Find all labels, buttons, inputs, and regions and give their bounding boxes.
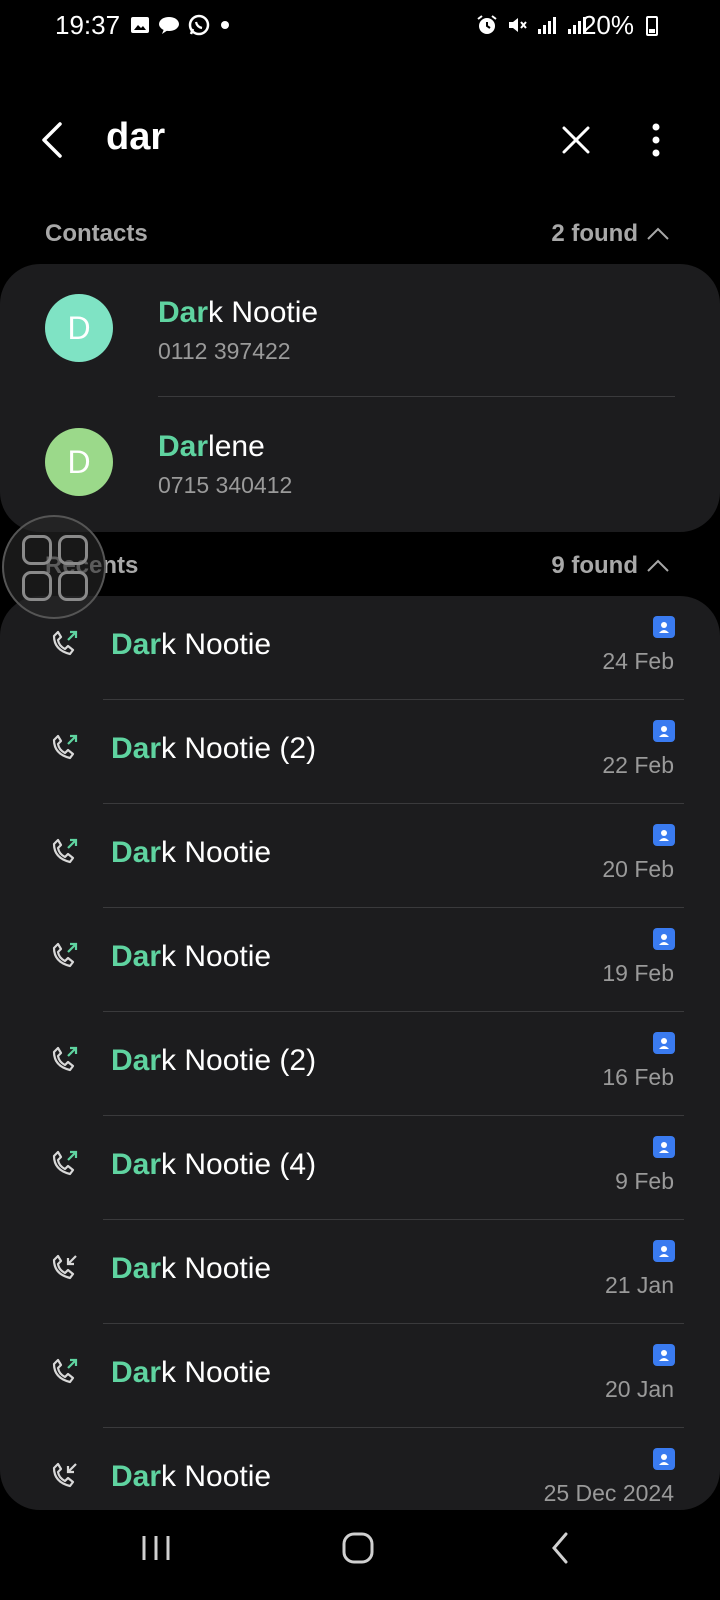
gallery-icon xyxy=(131,17,149,33)
recent-call-row[interactable]: Dark Nootie (4) 9 Feb xyxy=(0,1116,720,1220)
signal-icon xyxy=(538,17,556,34)
close-icon xyxy=(562,126,590,154)
status-bar: 19:37 20% xyxy=(0,0,720,54)
contacts-card: D Dark Nootie 0112 397422 D Darlene 0715… xyxy=(0,264,720,532)
outgoing-call-icon xyxy=(48,836,80,868)
recent-caller-name: Dark Nootie xyxy=(111,940,272,973)
clear-search-button[interactable] xyxy=(548,112,604,168)
recent-call-row[interactable]: Dark Nootie 20 Feb xyxy=(0,804,720,908)
contact-badge-icon xyxy=(653,1240,675,1262)
incoming-call-icon xyxy=(48,1460,80,1492)
contacts-count: 2 found xyxy=(551,220,638,247)
contact-badge-icon xyxy=(653,928,675,950)
recent-call-row[interactable]: Dark Nootie (2) 16 Feb xyxy=(0,1012,720,1116)
avatar: D xyxy=(45,294,113,362)
contact-number: 0112 397422 xyxy=(158,338,291,364)
recents-section-header[interactable]: Recents 9 found xyxy=(0,548,720,588)
recent-call-row[interactable]: Dark Nootie 24 Feb xyxy=(0,596,720,700)
contact-badge-icon xyxy=(653,1136,675,1158)
recent-call-date: 20 Jan xyxy=(604,1376,674,1402)
grid-square-icon xyxy=(58,571,88,601)
grid-square-icon xyxy=(22,535,52,565)
recent-call-date: 16 Feb xyxy=(602,1064,674,1090)
contact-badge-icon xyxy=(653,720,675,742)
alarm-icon xyxy=(477,15,497,34)
outgoing-call-icon xyxy=(48,940,80,972)
home-icon[interactable] xyxy=(340,1530,376,1566)
whatsapp-icon xyxy=(188,14,210,36)
contact-number: 0715 340412 xyxy=(158,472,293,498)
dot-icon xyxy=(221,21,229,29)
outgoing-call-icon xyxy=(48,732,80,764)
recent-call-date: 21 Jan xyxy=(604,1272,674,1298)
recent-call-row[interactable]: Dark Nootie 20 Jan xyxy=(0,1324,720,1428)
battery-icon xyxy=(646,16,658,36)
grid-square-icon xyxy=(22,571,52,601)
contact-name: Dark Nootie xyxy=(158,296,319,329)
outgoing-call-icon xyxy=(48,628,80,660)
recent-call-date: 9 Feb xyxy=(615,1168,674,1194)
chevron-up-icon xyxy=(647,227,669,240)
recent-caller-name: Dark Nootie (4) xyxy=(111,1148,317,1181)
avatar: D xyxy=(45,428,113,496)
recent-caller-name: Dark Nootie xyxy=(111,836,272,869)
more-options-button[interactable] xyxy=(628,112,684,168)
recent-call-date: 20 Feb xyxy=(602,856,674,882)
recent-call-date: 24 Feb xyxy=(602,648,674,674)
chevron-left-icon xyxy=(42,122,62,158)
contacts-section-title: Contacts xyxy=(45,220,148,247)
search-input[interactable]: dar xyxy=(106,116,165,159)
back-nav-icon[interactable] xyxy=(548,1530,572,1566)
recent-caller-name: Dark Nootie xyxy=(111,1252,272,1285)
recent-caller-name: Dark Nootie (2) xyxy=(111,1044,317,1077)
chat-icon xyxy=(159,17,179,34)
contact-badge-icon xyxy=(653,1448,675,1470)
recent-caller-name: Dark Nootie (2) xyxy=(111,732,317,765)
battery-percent: 20% xyxy=(581,10,634,40)
navigation-bar xyxy=(0,1500,720,1600)
recent-caller-name: Dark Nootie xyxy=(111,1356,272,1389)
recent-call-date: 22 Feb xyxy=(602,752,674,778)
recents-count: 9 found xyxy=(551,552,638,579)
outgoing-call-icon xyxy=(48,1044,80,1076)
contact-badge-icon xyxy=(653,1344,675,1366)
status-time: 19:37 xyxy=(55,10,121,40)
recent-caller-name: Dark Nootie xyxy=(111,628,272,661)
recents-card: Dark Nootie 24 Feb Dark Nootie (2) 22 Feb Da… xyxy=(0,596,720,1510)
contact-badge-icon xyxy=(653,1032,675,1054)
outgoing-call-icon xyxy=(48,1356,80,1388)
more-vert-icon xyxy=(652,123,660,157)
contacts-section-header[interactable]: Contacts 2 found xyxy=(0,216,720,256)
outgoing-call-icon xyxy=(48,1148,80,1180)
contact-name: Darlene xyxy=(158,430,265,463)
recent-call-row[interactable]: Dark Nootie 25 Dec 2024 xyxy=(0,1428,720,1510)
recent-call-row[interactable]: Dark Nootie 19 Feb xyxy=(0,908,720,1012)
chevron-up-icon xyxy=(647,559,669,572)
divider xyxy=(158,396,675,397)
search-header: dar xyxy=(0,100,720,180)
recent-call-row[interactable]: Dark Nootie 21 Jan xyxy=(0,1220,720,1324)
incoming-call-icon xyxy=(48,1252,80,1284)
recent-call-row[interactable]: Dark Nootie (2) 22 Feb xyxy=(0,700,720,804)
recent-caller-name: Dark Nootie xyxy=(111,1460,272,1493)
contact-badge-icon xyxy=(653,824,675,846)
recent-apps-icon[interactable] xyxy=(138,1532,174,1564)
mute-icon xyxy=(509,18,527,32)
back-button[interactable] xyxy=(30,112,86,168)
contact-row[interactable]: D Darlene 0715 340412 xyxy=(0,398,720,530)
recent-call-date: 19 Feb xyxy=(602,960,674,986)
floating-assistant-button[interactable] xyxy=(2,515,106,619)
contact-badge-icon xyxy=(653,616,675,638)
grid-square-icon xyxy=(58,535,88,565)
contact-row[interactable]: D Dark Nootie 0112 397422 xyxy=(0,264,720,396)
